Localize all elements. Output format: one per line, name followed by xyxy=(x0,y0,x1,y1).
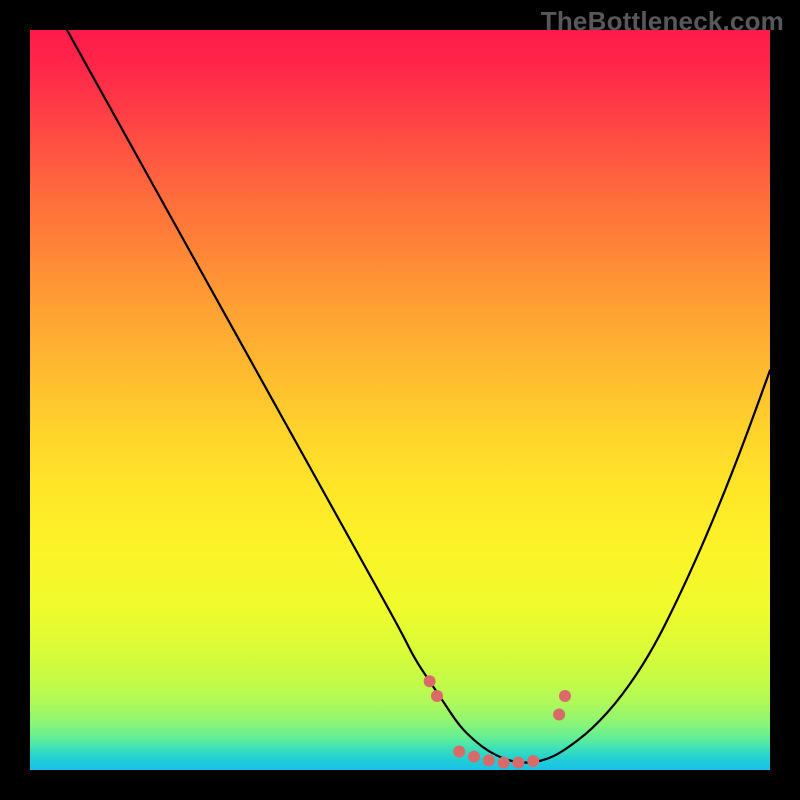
curve-marker xyxy=(559,690,571,702)
curve-marker xyxy=(527,755,539,767)
app-frame: TheBottleneck.com xyxy=(0,0,800,800)
curve-marker xyxy=(512,757,524,769)
chart-area xyxy=(30,30,770,770)
curve-marker xyxy=(453,746,465,758)
chart-svg xyxy=(30,30,770,770)
curve-marker xyxy=(431,690,443,702)
curve-marker xyxy=(424,675,436,687)
curve-marker xyxy=(498,757,510,769)
chart-background xyxy=(30,30,770,770)
curve-marker xyxy=(553,709,565,721)
curve-marker xyxy=(468,751,480,763)
curve-marker xyxy=(483,754,495,766)
watermark-label: TheBottleneck.com xyxy=(541,6,784,37)
